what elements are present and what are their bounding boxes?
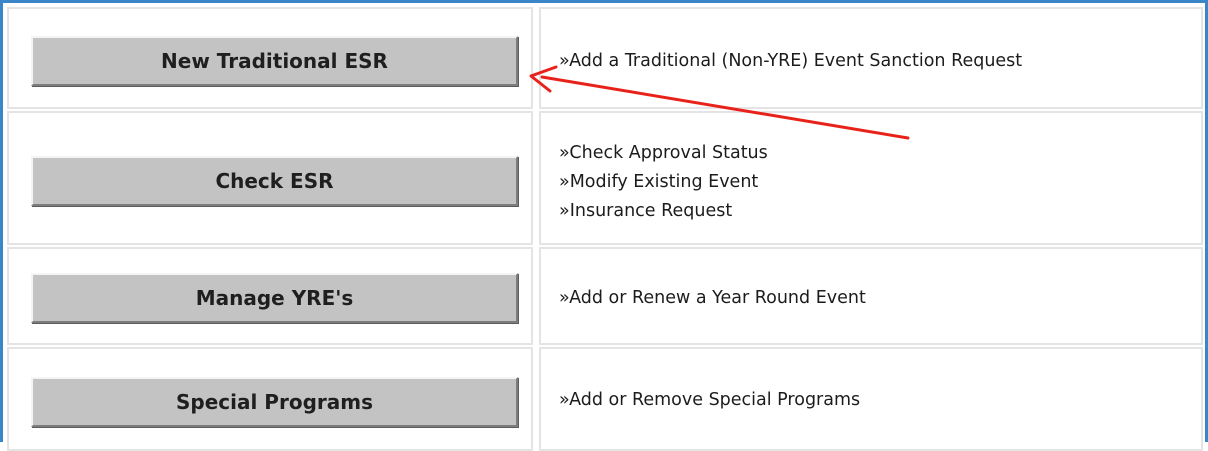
description-item: »Add or Renew a Year Round Event: [559, 288, 866, 308]
description-list: »Add or Remove Special Programs: [559, 386, 860, 415]
table-row: Special Programs »Add or Remove Special …: [7, 347, 1203, 451]
table-row: Manage YRE's »Add or Renew a Year Round …: [7, 247, 1203, 345]
button-cell: Check ESR: [7, 111, 533, 245]
new-traditional-esr-button[interactable]: New Traditional ESR: [31, 36, 518, 86]
manage-yres-button[interactable]: Manage YRE's: [31, 273, 518, 323]
table-row: New Traditional ESR »Add a Traditional (…: [7, 7, 1203, 109]
table-row: Check ESR »Check Approval Status »Modify…: [7, 111, 1203, 245]
description-cell: »Add a Traditional (Non-YRE) Event Sanct…: [539, 7, 1203, 109]
menu-frame: New Traditional ESR »Add a Traditional (…: [0, 0, 1208, 451]
description-item: »Check Approval Status: [559, 143, 768, 163]
button-cell: New Traditional ESR: [7, 7, 533, 109]
description-list: »Check Approval Status »Modify Existing …: [559, 139, 768, 226]
description-cell: »Add or Remove Special Programs: [539, 347, 1203, 451]
description-cell: »Check Approval Status »Modify Existing …: [539, 111, 1203, 245]
description-cell: »Add or Renew a Year Round Event: [539, 247, 1203, 345]
check-esr-button[interactable]: Check ESR: [31, 156, 518, 206]
description-list: »Add a Traditional (Non-YRE) Event Sanct…: [559, 47, 1022, 76]
button-cell: Manage YRE's: [7, 247, 533, 345]
description-item: »Modify Existing Event: [559, 172, 759, 192]
description-list: »Add or Renew a Year Round Event: [559, 284, 866, 313]
special-programs-button[interactable]: Special Programs: [31, 377, 518, 427]
description-item: »Add or Remove Special Programs: [559, 390, 861, 410]
description-item: »Add a Traditional (Non-YRE) Event Sanct…: [559, 51, 1023, 71]
button-cell: Special Programs: [7, 347, 533, 451]
description-item: »Insurance Request: [559, 201, 733, 221]
